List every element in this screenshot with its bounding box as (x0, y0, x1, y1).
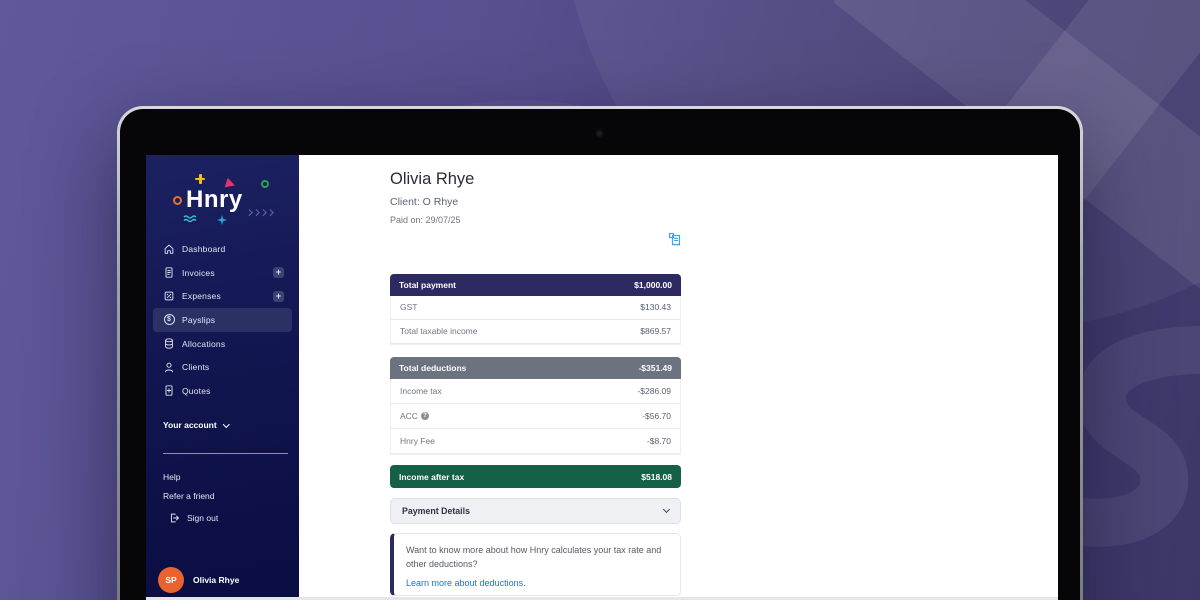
sidebar-item-dashboard[interactable]: Dashboard (153, 237, 292, 261)
purple-backdrop: Hnry (0, 0, 1200, 600)
info-text: Want to know more about how Hnry calcula… (406, 544, 668, 572)
total-deductions-table: Total deductions -$351.49 Income tax -$2… (390, 357, 681, 455)
table-row: ACC ? -$56.70 (391, 404, 680, 429)
your-account-menu[interactable]: Your account (163, 420, 228, 430)
sidebar-item-payslips[interactable]: $ Payslips (153, 308, 292, 332)
total-payment-table: Total payment $1,000.00 GST $130.43 Tota… (390, 274, 681, 345)
sidebar-item-quotes[interactable]: Quotes (153, 379, 292, 403)
sidebar-item-label: Invoices (182, 268, 215, 278)
sidebar-item-label: Quotes (182, 386, 211, 396)
sidebar-item-label: Dashboard (182, 244, 225, 254)
sidebar-nav: Dashboard Invoices + (146, 237, 299, 403)
client-line: Client: O Rhye (390, 196, 458, 208)
sidebar-item-label: Expenses (182, 291, 221, 301)
webcam-icon (597, 131, 602, 136)
laptop-bezel: Hnry (120, 109, 1080, 600)
sidebar-item-clients[interactable]: Clients (153, 355, 292, 379)
home-icon (163, 242, 175, 255)
clients-icon (163, 361, 175, 374)
table-row: Hnry Fee -$8.70 (391, 429, 680, 454)
sidebar-item-expenses[interactable]: Expenses + (153, 284, 292, 308)
logo-plus-decoration (195, 174, 205, 184)
logo-chevrons-decoration (247, 210, 273, 215)
user-name: Olivia Rhye (193, 575, 239, 585)
expense-icon (163, 290, 175, 303)
logo-wordmark: Hnry (186, 186, 243, 214)
page-title: Olivia Rhye (390, 170, 474, 189)
invoice-icon (163, 266, 175, 279)
logo-squiggle-decoration (183, 215, 199, 223)
total-payment-header: Total payment $1,000.00 (390, 274, 681, 296)
help-link[interactable]: Help (163, 472, 180, 482)
logo-green-ring-decoration (261, 180, 269, 188)
receipt-icon[interactable] (668, 232, 683, 247)
total-deductions-value: -$351.49 (638, 363, 672, 373)
table-row: Total taxable income $869.57 (391, 320, 680, 344)
sign-out-icon (168, 511, 180, 524)
logo-orange-ring-decoration (173, 196, 182, 205)
app-screen: Hnry (146, 155, 1058, 600)
chevron-down-icon (663, 506, 670, 513)
income-after-tax-value: $518.08 (641, 472, 672, 482)
add-expense-button[interactable]: + (273, 291, 284, 302)
total-payment-value: $1,000.00 (634, 280, 672, 290)
sidebar-item-invoices[interactable]: Invoices + (153, 261, 292, 285)
table-row: Income tax -$286.09 (391, 379, 680, 404)
refer-a-friend-link[interactable]: Refer a friend (163, 491, 215, 501)
payslip-detail-panel: Olivia Rhye Client: O Rhye Paid on: 29/0… (299, 155, 1058, 600)
sidebar-item-label: Payslips (182, 315, 215, 325)
sidebar-item-label: Allocations (182, 339, 225, 349)
payslip-icon: $ (163, 313, 175, 326)
total-deductions-header: Total deductions -$351.49 (390, 357, 681, 379)
allocations-icon (163, 337, 175, 350)
payment-details-accordion[interactable]: Payment Details (390, 498, 681, 524)
income-after-tax-bar: Income after tax $518.08 (390, 465, 681, 488)
sidebar-item-allocations[interactable]: Allocations (153, 332, 292, 356)
help-icon[interactable]: ? (421, 412, 429, 420)
add-invoice-button[interactable]: + (273, 267, 284, 278)
sign-out-button[interactable]: Sign out (168, 511, 218, 524)
laptop-frame: Hnry (117, 106, 1083, 600)
hnry-logo: Hnry (146, 155, 299, 235)
sidebar-divider (163, 453, 288, 454)
user-profile[interactable]: SP Olivia Rhye (158, 567, 239, 593)
chevron-down-icon (223, 421, 229, 427)
logo-star-decoration (217, 215, 227, 225)
table-row: GST $130.43 (391, 296, 680, 320)
sidebar-item-label: Clients (182, 362, 209, 372)
learn-more-link[interactable]: Learn more about deductions. (406, 578, 526, 588)
deductions-info-box: Want to know more about how Hnry calcula… (390, 533, 681, 596)
paid-on-line: Paid on: 29/07/25 (390, 215, 461, 225)
sidebar: Hnry (146, 155, 299, 600)
quotes-icon (163, 384, 175, 397)
avatar: SP (158, 567, 184, 593)
